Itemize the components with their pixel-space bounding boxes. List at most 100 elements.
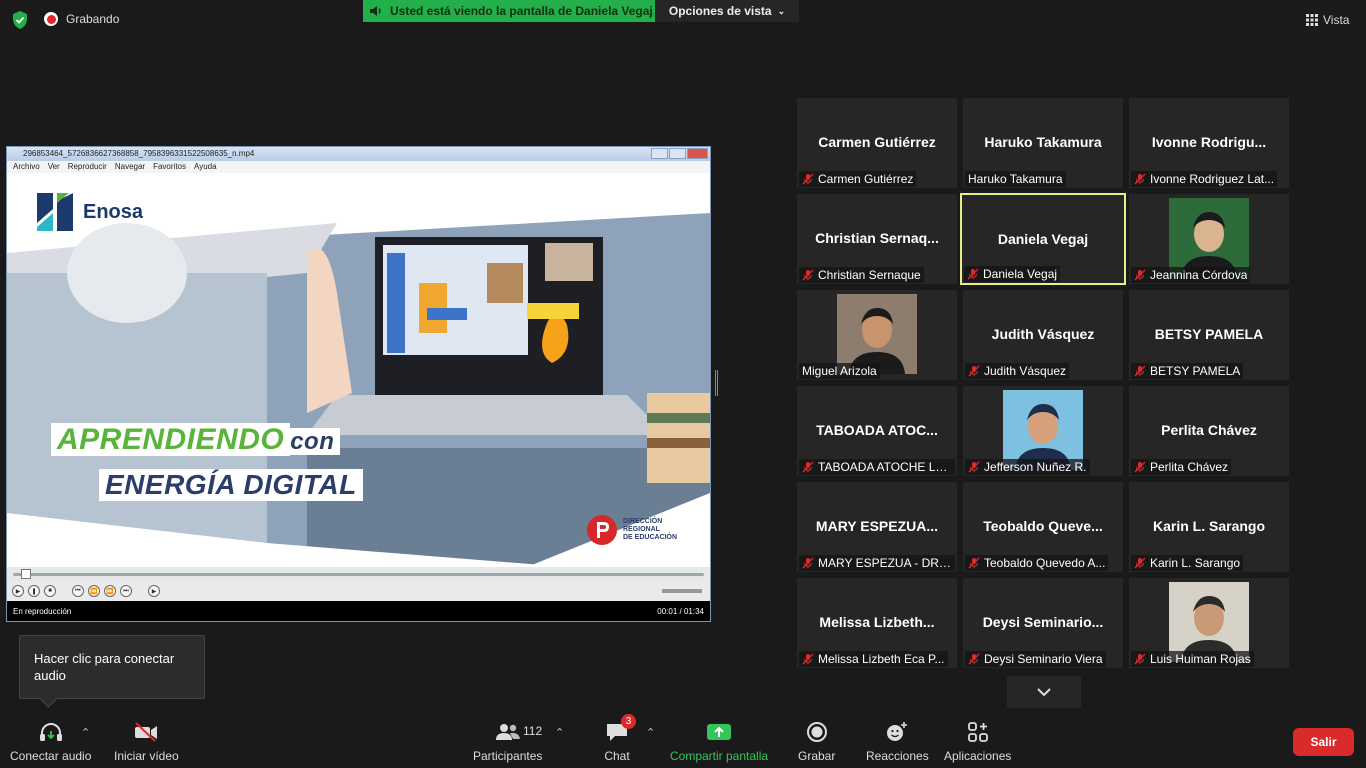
play-icon[interactable]: ▶ [12, 585, 24, 597]
close-button[interactable] [687, 148, 708, 159]
participant-name: Melissa Lizbeth Eca P... [818, 652, 945, 666]
participant-name: Luis Huiman Rojas [1150, 652, 1251, 666]
rewind-icon[interactable]: ⏪ [88, 585, 100, 597]
participant-name-label: TABOADA ATOCHE LU... [799, 459, 955, 475]
pause-icon[interactable]: ❚ [28, 585, 40, 597]
menu-favoritos[interactable]: Favoritos [153, 161, 186, 173]
participant-tile[interactable]: MARY ESPEZUA... MARY ESPEZUA - DREP [797, 482, 957, 572]
participant-name-label: Melissa Lizbeth Eca P... [799, 651, 948, 667]
minimize-button[interactable] [651, 148, 668, 159]
apps-icon [967, 722, 988, 742]
participants-options-caret-icon[interactable]: ⌃ [555, 726, 564, 739]
start-video-label: Iniciar vídeo [114, 749, 179, 763]
start-video-button[interactable]: Iniciar vídeo [114, 720, 179, 763]
video-scene-image [7, 213, 710, 567]
participant-tile[interactable]: TABOADA ATOC... TABOADA ATOCHE LU... [797, 386, 957, 476]
participant-tile[interactable]: Haruko Takamura Haruko Takamura [963, 98, 1123, 188]
participant-tile[interactable]: Judith Vásquez Judith Vásquez [963, 290, 1123, 380]
recording-indicator[interactable]: Grabando [44, 12, 119, 26]
participant-tile[interactable]: Jefferson Nuñez R. [963, 386, 1123, 476]
menu-reproducir[interactable]: Reproducir [68, 161, 107, 173]
connect-audio-tooltip: Hacer clic para conectar audio [19, 635, 205, 699]
menu-archivo[interactable]: Archivo [13, 161, 40, 173]
player-status-bar: En reproducción 00:01 / 01:34 [7, 601, 710, 621]
participant-tile[interactable]: Luis Huiman Rojas [1129, 578, 1289, 668]
mic-muted-icon [1134, 653, 1146, 665]
stop-icon[interactable]: ■ [44, 585, 56, 597]
apps-button[interactable]: Aplicaciones [944, 720, 1011, 763]
participant-tile[interactable]: Miguel Arizola [797, 290, 957, 380]
slogan-line-1: APRENDIENDO con [51, 423, 341, 457]
skip-forward-icon[interactable]: ⏭ [120, 585, 132, 597]
participant-name: Haruko Takamura [968, 172, 1063, 186]
volume-slider[interactable] [662, 589, 702, 593]
participant-name: Jefferson Nuñez R. [984, 460, 1087, 474]
view-button[interactable]: Vista [1306, 8, 1356, 32]
participants-count: 112 [523, 724, 543, 738]
participant-tile[interactable]: Perlita Chávez Perlita Chávez [1129, 386, 1289, 476]
participant-tile[interactable]: Deysi Seminario... Deysi Seminario Viera [963, 578, 1123, 668]
shared-screen-media-player[interactable]: 296853464_5726836627368858_7958396331522… [6, 146, 711, 622]
view-options-button[interactable]: Opciones de vista ⌄ [655, 0, 799, 22]
slogan-line-2: ENERGÍA DIGITAL [99, 469, 363, 501]
participant-tile[interactable]: Ivonne Rodrigu... Ivonne Rodriguez Lat... [1129, 98, 1289, 188]
connect-audio-label: Conectar audio [10, 749, 92, 763]
participant-name-label: Jeannina Córdova [1131, 267, 1251, 283]
audio-options-caret-icon[interactable]: ⌃ [81, 726, 90, 739]
participants-label: Participantes [473, 749, 543, 763]
participant-tile[interactable]: BETSY PAMELA BETSY PAMELA [1129, 290, 1289, 380]
participant-tile[interactable]: Christian Sernaq... Christian Sernaque [797, 194, 957, 284]
participant-tile[interactable]: Daniela Vegaj Daniela Vegaj [960, 193, 1126, 285]
view-label: Vista [1323, 13, 1350, 27]
participant-name: Perlita Chávez [1150, 460, 1229, 474]
participant-video-thumbnail [1169, 198, 1249, 278]
video-off-icon [135, 722, 158, 742]
maximize-button[interactable] [669, 148, 686, 159]
view-options-label: Opciones de vista [668, 4, 772, 18]
playback-status: En reproducción [13, 606, 72, 616]
mic-muted-icon [968, 653, 980, 665]
fast-forward-icon[interactable]: ⏩ [104, 585, 116, 597]
share-screen-button[interactable]: Compartir pantalla [670, 720, 768, 763]
reactions-smiley-icon [887, 722, 908, 741]
participant-name: Daniela Vegaj [983, 267, 1058, 281]
record-icon [806, 722, 827, 742]
mic-muted-icon [1134, 269, 1146, 281]
frame-step-icon[interactable]: ▶ [148, 585, 160, 597]
record-button[interactable]: Grabar [798, 720, 835, 763]
chat-button[interactable]: 3 Chat [604, 714, 636, 763]
participant-name-label: Perlita Chávez [1131, 459, 1232, 475]
menu-ver[interactable]: Ver [48, 161, 60, 173]
menu-ayuda[interactable]: Ayuda [194, 161, 217, 173]
leave-meeting-button[interactable]: Salir [1293, 728, 1354, 756]
reactions-label: Reacciones [866, 749, 929, 763]
player-controls: ▶ ❚ ■ ⏮ ⏪ ⏩ ⏭ ▶ [7, 581, 710, 601]
reactions-button[interactable]: Reacciones [866, 720, 929, 763]
participant-tile[interactable]: Melissa Lizbeth... Melissa Lizbeth Eca P.… [797, 578, 957, 668]
participant-name: MARY ESPEZUA - DREP [818, 556, 952, 570]
participant-tile[interactable]: Carmen Gutiérrez Carmen Gutiérrez [797, 98, 957, 188]
skip-back-icon[interactable]: ⏮ [72, 585, 84, 597]
menu-navegar[interactable]: Navegar [115, 161, 145, 173]
participant-tile[interactable]: Karin L. Sarango Karin L. Sarango [1129, 482, 1289, 572]
security-shield-icon[interactable] [10, 10, 30, 30]
participant-name-label: Christian Sernaque [799, 267, 924, 283]
enosa-brand-text: Enosa [83, 200, 144, 223]
participant-tile[interactable]: Teobaldo Queve... Teobaldo Quevedo A... [963, 482, 1123, 572]
player-seek-bar[interactable] [7, 567, 710, 581]
participant-name: Teobaldo Quevedo A... [984, 556, 1106, 570]
show-more-participants-button[interactable] [1007, 676, 1081, 708]
chat-options-caret-icon[interactable]: ⌃ [646, 726, 655, 739]
participant-name-label: MARY ESPEZUA - DREP [799, 555, 955, 571]
meeting-toolbar: Conectar audio ⌃ Iniciar vídeo Participa… [0, 712, 1366, 768]
dre-line-3: DE EDUCACIÓN [623, 534, 678, 541]
player-title-bar: 296853464_5726836627368858_7958396331522… [7, 147, 710, 161]
participant-tile[interactable]: Jeannina Córdova [1129, 194, 1289, 284]
seek-thumb[interactable] [21, 569, 31, 579]
share-screen-label: Compartir pantalla [670, 749, 769, 763]
participants-icon [495, 724, 520, 740]
participant-display-name: Christian Sernaq... [815, 230, 939, 246]
chevron-down-icon [1037, 688, 1051, 697]
resize-splitter-handle[interactable] [715, 370, 718, 396]
connect-audio-button[interactable]: Conectar audio [10, 720, 91, 763]
